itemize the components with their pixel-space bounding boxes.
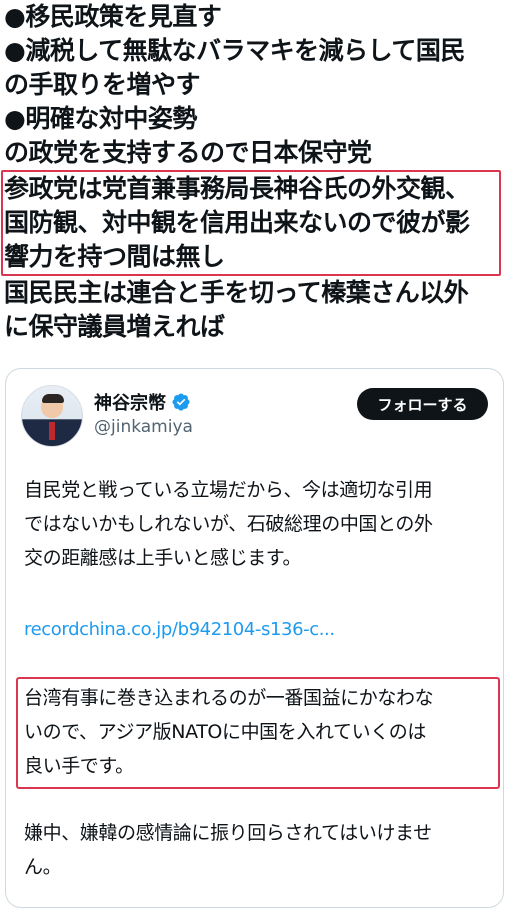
tweet-paragraph-2: 台湾有事に巻き込まれるのが一番国益にかなわな いので、アジア版NATOに中国を入… [24,681,494,783]
highlighted-line: 国防観、対中観を信用出来ないので彼が影 [4,208,470,237]
avatar-tie [49,422,55,440]
verified-badge-icon [171,392,191,417]
post-line: ●減税して無駄なバラマキを減らして国民 [4,36,465,65]
tweet-line: 台湾有事に巻き込まれるのが一番国益にかなわな [24,687,434,709]
post-line: ●明確な対中姿勢 [4,104,197,133]
post-line: の手取りを増やす [4,70,201,99]
display-name[interactable]: 神谷宗幣 [94,389,191,417]
post-text: ●移民政策を見直す ●減税して無駄なバラマキを減らして国民 の手取りを増やす ●… [1,0,507,344]
post-line: 国民民主は連合と手を切って榛葉さん以外 [4,278,469,307]
display-name-text: 神谷宗幣 [94,393,166,414]
tweet-paragraph-1: 自民党と戦っている立場だから、今は適切な引用 ではないかもしれないが、石破総理の… [24,473,494,575]
highlighted-line: 参政党は党首兼事務局長神谷氏の外交観、 [4,174,470,203]
highlighted-line: 響力を持つ間は無し [4,242,225,271]
tweet-line: 交の距離感は上手いと感じます。 [24,547,302,569]
tweet-paragraph-3: 嫌中、嫌韓の感情論に振り回らされてはいけませ ん。 [24,816,494,884]
follow-button[interactable]: フォローする [357,388,488,420]
tweet-line: ではないかもしれないが、石破総理の中国との外 [24,513,433,535]
tweet-line: 良い手です。 [24,755,134,777]
tweet-line: ん。 [24,856,62,878]
avatar[interactable] [21,385,83,447]
handle[interactable]: @jinkamiya [94,417,193,437]
tweet-line: 嫌中、嫌韓の感情論に振り回らされてはいけませ [24,822,432,844]
tweet-link[interactable]: recordchina.co.jp/b942104-s136-c... [24,613,494,647]
quoted-tweet-card[interactable]: 神谷宗幣 @jinkamiya フォローする 自民党と戦っている立場だから、今は… [5,368,504,908]
tweet-line: 自民党と戦っている立場だから、今は適切な引用 [24,479,433,501]
highlight-box: 参政党は党首兼事務局長神谷氏の外交観、 国防観、対中観を信用出来ないので彼が影 … [1,170,501,276]
post-line: の政党を支持するので日本保守党 [4,138,372,167]
tweet-line: いので、アジア版NATOに中国を入れていくのは [24,721,427,743]
post-line: ●移民政策を見直す [4,2,222,31]
post-line: に保守議員増えれば [4,312,225,341]
avatar-hair [42,394,64,403]
